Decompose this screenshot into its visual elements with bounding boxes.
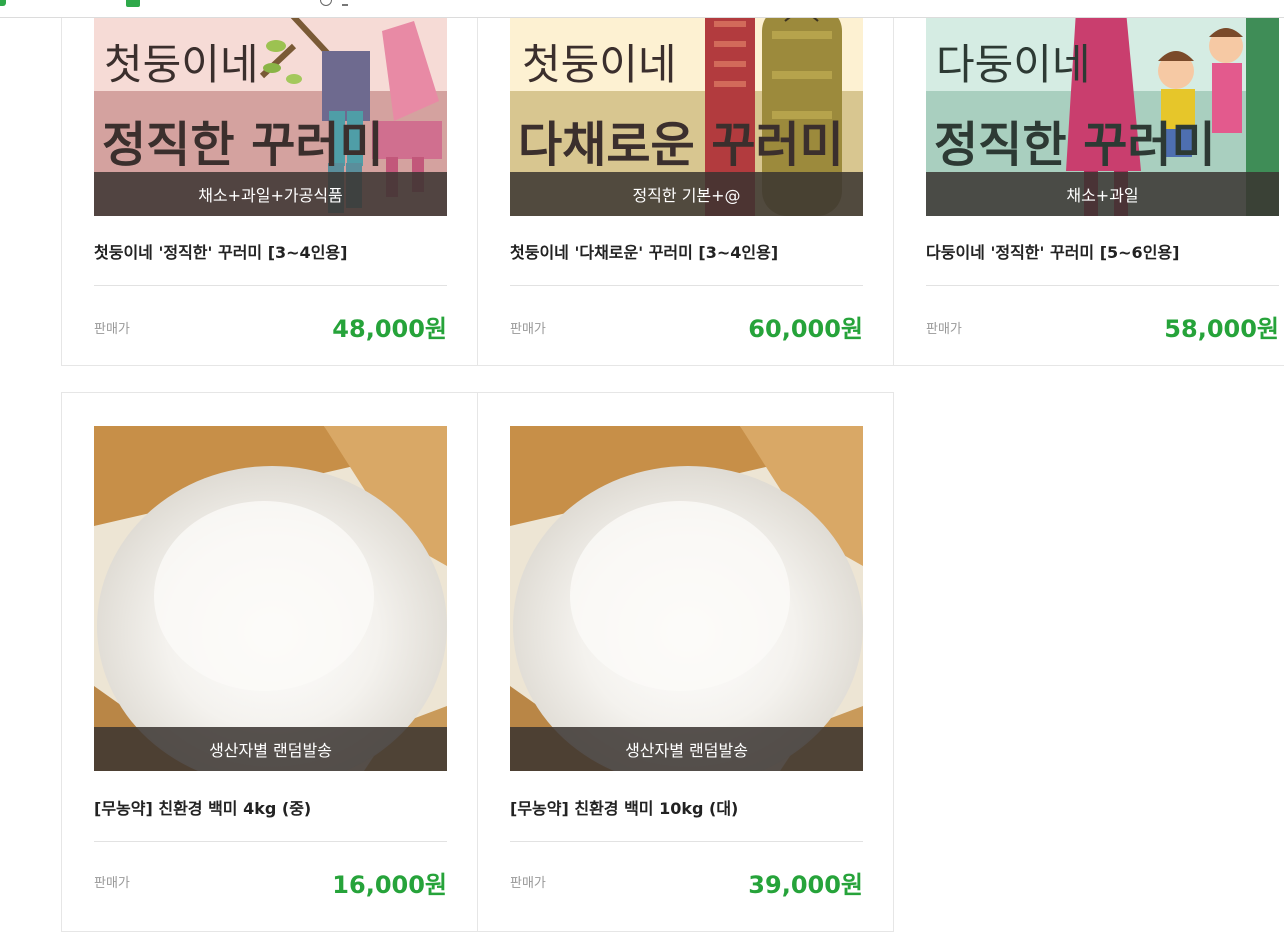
menu-icon[interactable] (342, 4, 348, 6)
product-price: 60,000원 (748, 315, 863, 343)
product-caption: 채소+과일 (926, 172, 1279, 216)
product-image[interactable]: 첫둥이네 정직한 꾸러미 채소+과일+가공식품 (94, 0, 447, 216)
divider (94, 285, 447, 286)
banner-big-text: 정직한 꾸러미 (102, 117, 384, 173)
divider (94, 841, 447, 842)
product-title[interactable]: 첫둥이네 '정직한' 꾸러미 [3~4인용] (94, 239, 347, 263)
product-title[interactable]: [무농약] 친환경 백미 4kg (중) (94, 795, 311, 819)
bookmark-icon[interactable] (126, 0, 140, 7)
product-title[interactable]: 다둥이네 '정직한' 꾸러미 [5~6인용] (926, 239, 1179, 263)
product-card[interactable]: 생산자별 랜덤발송 [무농약] 친환경 백미 10kg (대) 판매가 39,0… (477, 392, 894, 932)
product-card[interactable]: 첫둥이네 다채로운 꾸러미 정직한 기본+@ 첫둥이네 '다채로운' 꾸러미 [… (477, 0, 894, 366)
price-label: 판매가 (94, 322, 130, 337)
product-image[interactable]: 첫둥이네 다채로운 꾸러미 정직한 기본+@ (510, 0, 863, 216)
price-label: 판매가 (510, 876, 546, 891)
product-caption: 생산자별 랜덤발송 (510, 727, 863, 771)
product-card[interactable]: 첫둥이네 정직한 꾸러미 채소+과일+가공식품 첫둥이네 '정직한' 꾸러미 [… (61, 0, 478, 366)
product-image[interactable]: 다둥이네 정직한 꾸러미 채소+과일 (926, 0, 1279, 216)
product-price: 58,000원 (1164, 315, 1279, 343)
product-title[interactable]: 첫둥이네 '다채로운' 꾸러미 [3~4인용] (510, 239, 778, 263)
product-card[interactable]: 생산자별 랜덤발송 [무농약] 친환경 백미 4kg (중) 판매가 16,00… (61, 392, 478, 932)
product-image[interactable]: 생산자별 랜덤발송 (510, 426, 863, 771)
bookmark-icon[interactable] (0, 0, 6, 6)
product-caption: 정직한 기본+@ (510, 172, 863, 216)
price-label: 판매가 (926, 322, 962, 337)
price-label: 판매가 (94, 876, 130, 891)
product-card[interactable]: 다둥이네 정직한 꾸러미 채소+과일 다둥이네 '정직한' 꾸러미 [5~6인용… (893, 0, 1284, 366)
banner-small-text: 첫둥이네 (522, 40, 677, 89)
product-price: 16,000원 (332, 871, 447, 899)
product-title[interactable]: [무농약] 친환경 백미 10kg (대) (510, 795, 738, 819)
product-price: 48,000원 (332, 315, 447, 343)
banner-small-text: 첫둥이네 (104, 40, 259, 89)
banner-small-text: 다둥이네 (936, 40, 1091, 89)
product-price: 39,000원 (748, 871, 863, 899)
browser-bookmarks-bar (0, 0, 1284, 18)
globe-icon[interactable] (320, 0, 332, 6)
divider (926, 285, 1279, 286)
product-image[interactable]: 생산자별 랜덤발송 (94, 426, 447, 771)
banner-big-text: 정직한 꾸러미 (934, 117, 1216, 173)
banner-big-text: 다채로운 꾸러미 (518, 117, 844, 173)
divider (510, 285, 863, 286)
price-label: 판매가 (510, 322, 546, 337)
product-caption: 생산자별 랜덤발송 (94, 727, 447, 771)
product-caption: 채소+과일+가공식품 (94, 172, 447, 216)
divider (510, 841, 863, 842)
